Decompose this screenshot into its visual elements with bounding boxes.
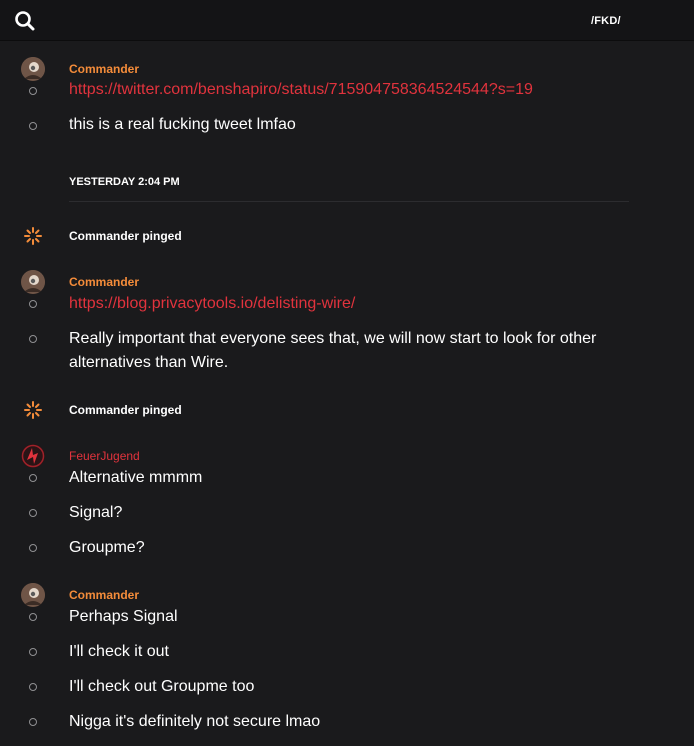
ping-notice: Commander pinged <box>69 229 182 243</box>
author-name[interactable]: Commander <box>69 62 139 76</box>
conversation-title[interactable]: /FKD/ <box>591 15 621 27</box>
author-name[interactable]: FeuerJugend <box>69 449 140 463</box>
message-text: Nigga it's definitely not secure lmao <box>69 713 321 730</box>
ping-icon <box>22 399 44 421</box>
day-separator: YESTERDAY 2:04 PM <box>69 176 180 188</box>
message-dot <box>29 474 37 482</box>
message-text: I'll check out Groupme too <box>69 678 255 695</box>
message-text: I'll check it out <box>69 643 169 660</box>
message-dot <box>29 300 37 308</box>
avatar[interactable] <box>21 583 45 607</box>
avatar[interactable] <box>21 444 45 468</box>
message-dot <box>29 718 37 726</box>
ping-notice: Commander pinged <box>69 403 182 417</box>
author-name[interactable]: Commander <box>69 588 139 602</box>
message-text: Perhaps Signal <box>69 608 178 625</box>
message-link[interactable]: https://blog.privacytools.io/delisting-w… <box>69 293 355 315</box>
message-text: Really important that everyone sees that… <box>69 330 597 371</box>
message-text: Groupme? <box>69 539 145 556</box>
message-feed: Commander https://twitter.com/benshapiro… <box>0 41 694 746</box>
message-dot <box>29 122 37 130</box>
message-dot <box>29 87 37 95</box>
message-link[interactable]: https://twitter.com/benshapiro/status/71… <box>69 79 533 101</box>
message-dot <box>29 648 37 656</box>
search-icon[interactable] <box>12 8 38 34</box>
message-dot <box>29 683 37 691</box>
message-dot <box>29 509 37 517</box>
ping-icon <box>22 225 44 247</box>
author-name[interactable]: Commander <box>69 275 139 289</box>
message-text: Signal? <box>69 504 123 521</box>
avatar[interactable] <box>21 57 45 81</box>
day-divider <box>69 201 629 202</box>
avatar[interactable] <box>21 270 45 294</box>
message-dot <box>29 544 37 552</box>
message-text: this is a real fucking tweet lmfao <box>69 116 296 133</box>
message-dot <box>29 613 37 621</box>
message-dot <box>29 335 37 343</box>
top-bar: /FKD/ <box>0 0 694 41</box>
message-text: Alternative mmmm <box>69 469 203 486</box>
